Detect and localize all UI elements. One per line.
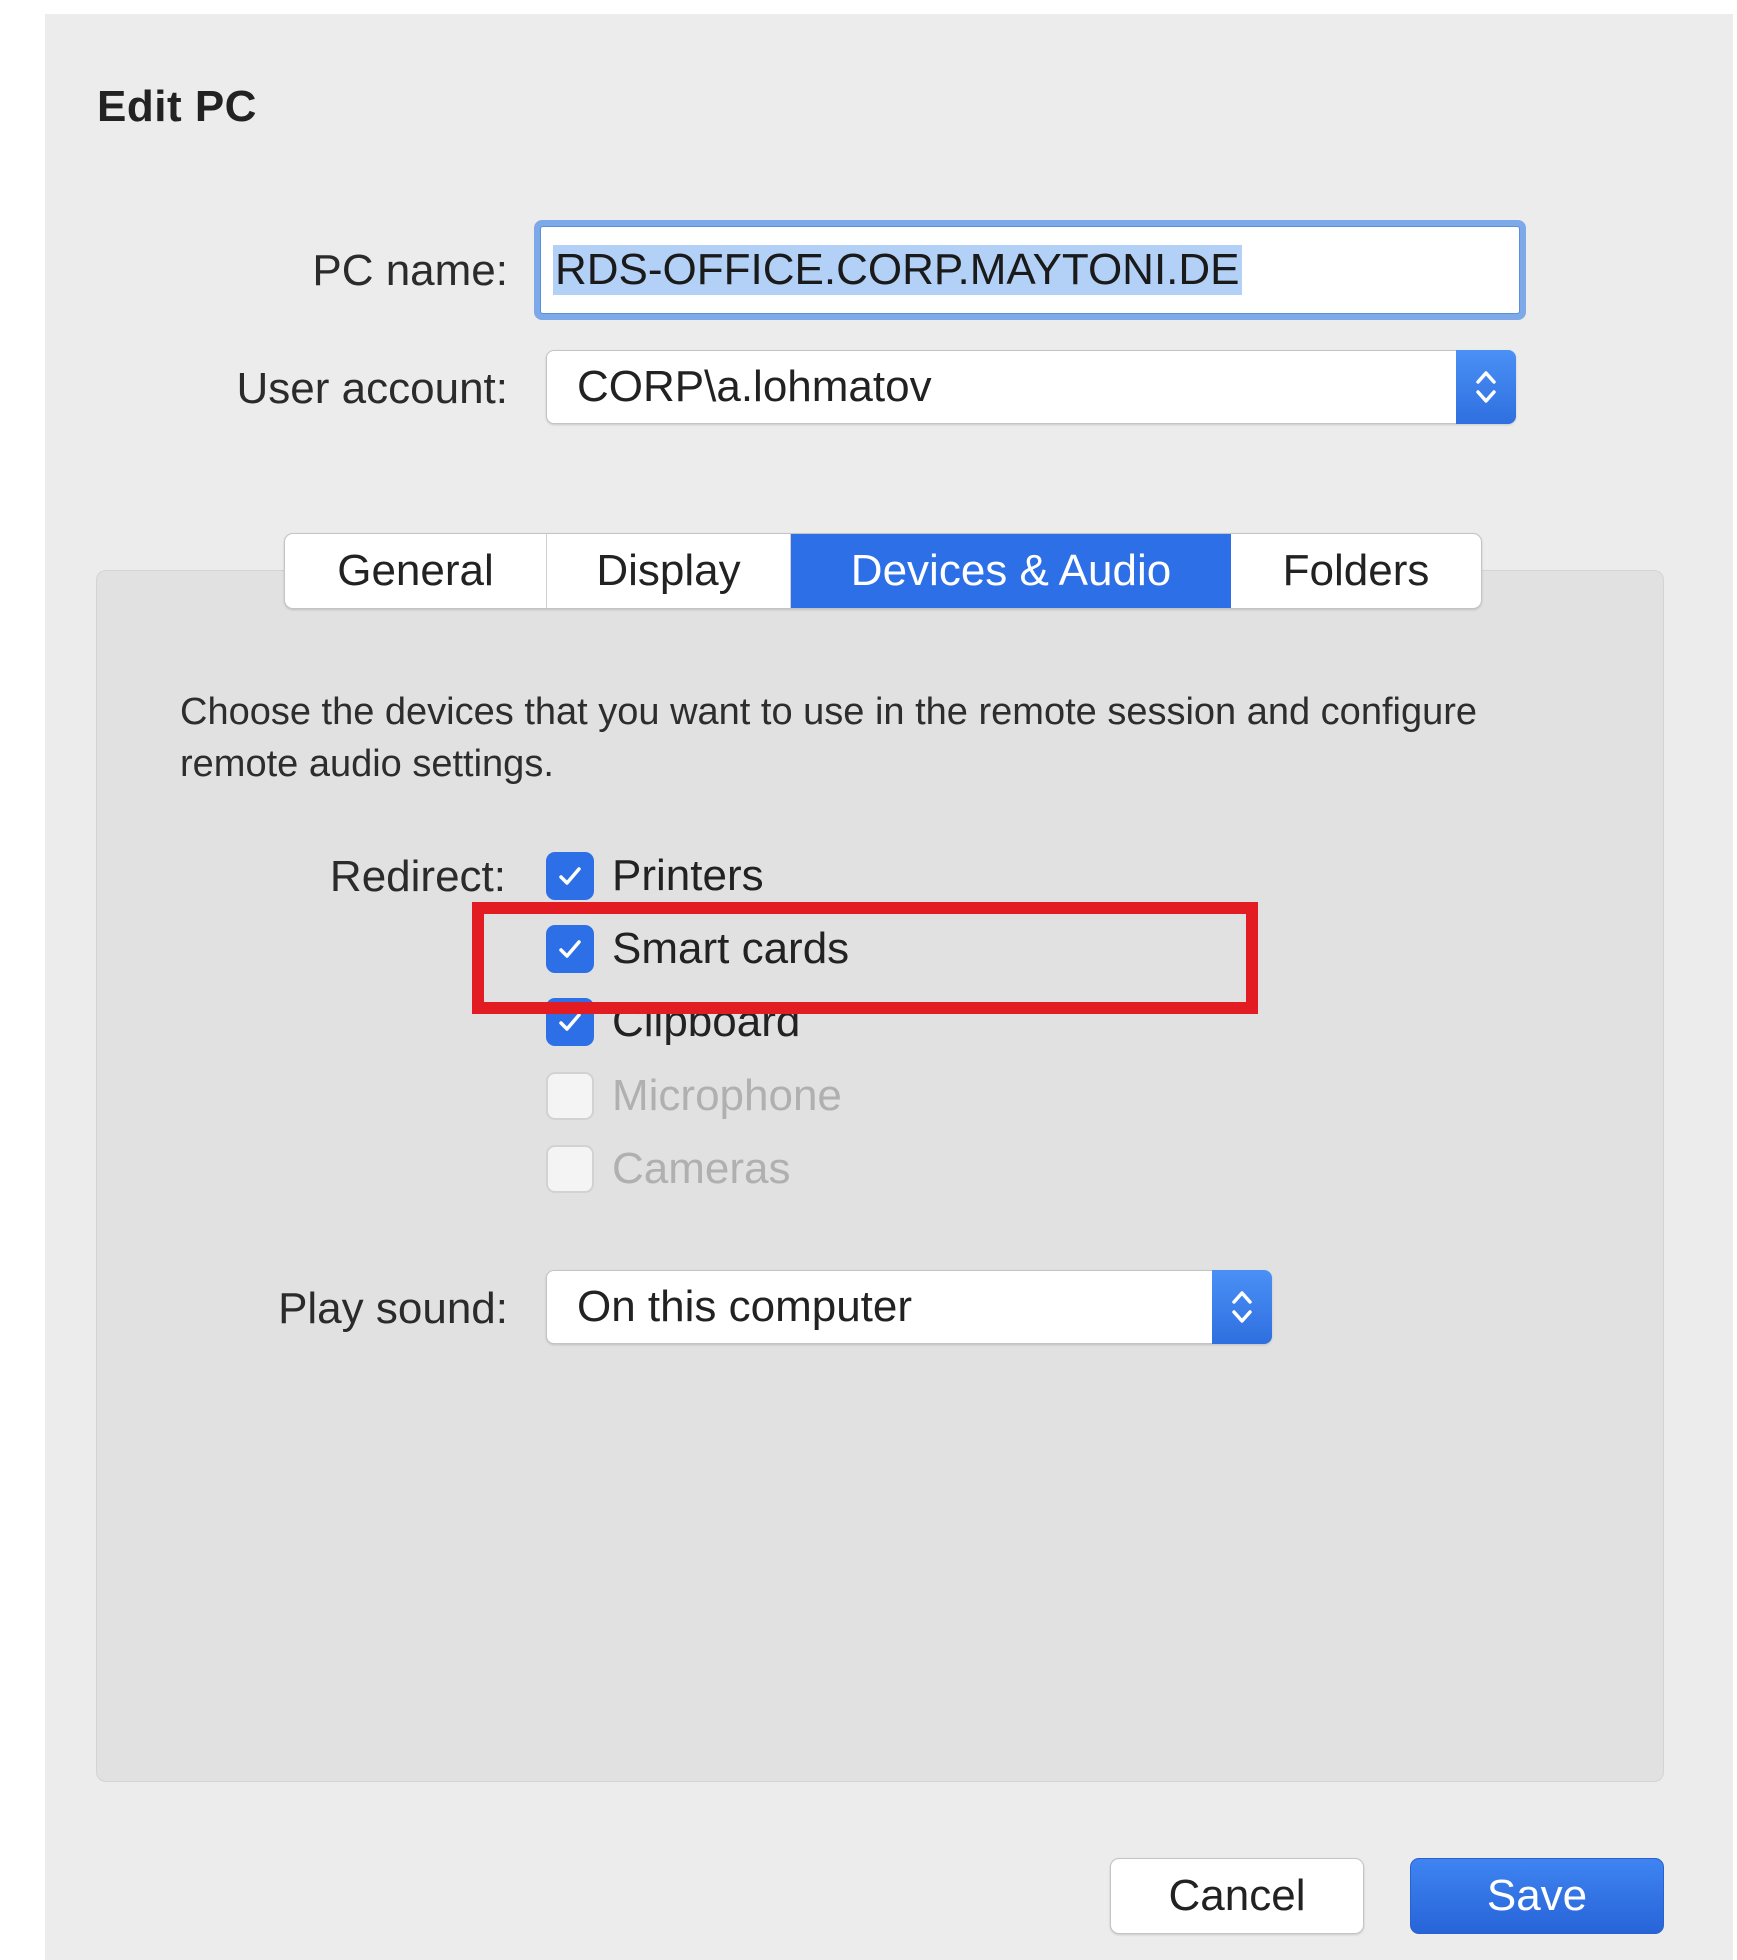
play-sound-value: On this computer xyxy=(577,1282,913,1331)
tab-display[interactable]: Display xyxy=(547,534,791,608)
tab-bar: General Display Devices & Audio Folders xyxy=(284,533,1482,609)
microphone-label: Microphone xyxy=(612,1071,842,1120)
printers-checkbox[interactable] xyxy=(546,852,594,900)
tab-general[interactable]: General xyxy=(285,534,547,608)
chevron-up-down-icon[interactable] xyxy=(1456,350,1516,424)
play-sound-label: Play sound: xyxy=(278,1284,508,1333)
tab-folders[interactable]: Folders xyxy=(1231,534,1481,608)
cameras-option[interactable]: Cameras xyxy=(546,1141,791,1197)
user-account-value: CORP\a.lohmatov xyxy=(577,362,932,411)
smart-cards-highlight xyxy=(472,902,1258,1014)
printers-option[interactable]: Printers xyxy=(546,848,764,904)
microphone-option[interactable]: Microphone xyxy=(546,1068,842,1124)
checkmark-icon xyxy=(559,867,581,885)
chevron-up-down-icon[interactable] xyxy=(1212,1270,1272,1344)
printers-label: Printers xyxy=(612,851,764,900)
microphone-checkbox[interactable] xyxy=(546,1072,594,1120)
pc-name-value: RDS-OFFICE.CORP.MAYTONI.DE xyxy=(553,245,1242,295)
redirect-label: Redirect: xyxy=(329,852,506,901)
cancel-button[interactable]: Cancel xyxy=(1110,1858,1364,1934)
pc-name-input[interactable]: RDS-OFFICE.CORP.MAYTONI.DE xyxy=(540,226,1520,314)
user-account-select[interactable]: CORP\a.lohmatov xyxy=(546,350,1516,424)
pc-name-label: PC name: xyxy=(312,246,508,295)
save-button[interactable]: Save xyxy=(1410,1858,1664,1934)
cameras-checkbox[interactable] xyxy=(546,1145,594,1193)
play-sound-select[interactable]: On this computer xyxy=(546,1270,1272,1344)
pc-name-field-focus-ring: RDS-OFFICE.CORP.MAYTONI.DE xyxy=(534,220,1526,320)
dialog-title: Edit PC xyxy=(97,82,257,131)
devices-description: Choose the devices that you want to use … xyxy=(180,691,1478,785)
cameras-label: Cameras xyxy=(612,1144,791,1193)
tab-devices-audio[interactable]: Devices & Audio xyxy=(791,534,1231,608)
user-account-label: User account: xyxy=(236,364,508,413)
